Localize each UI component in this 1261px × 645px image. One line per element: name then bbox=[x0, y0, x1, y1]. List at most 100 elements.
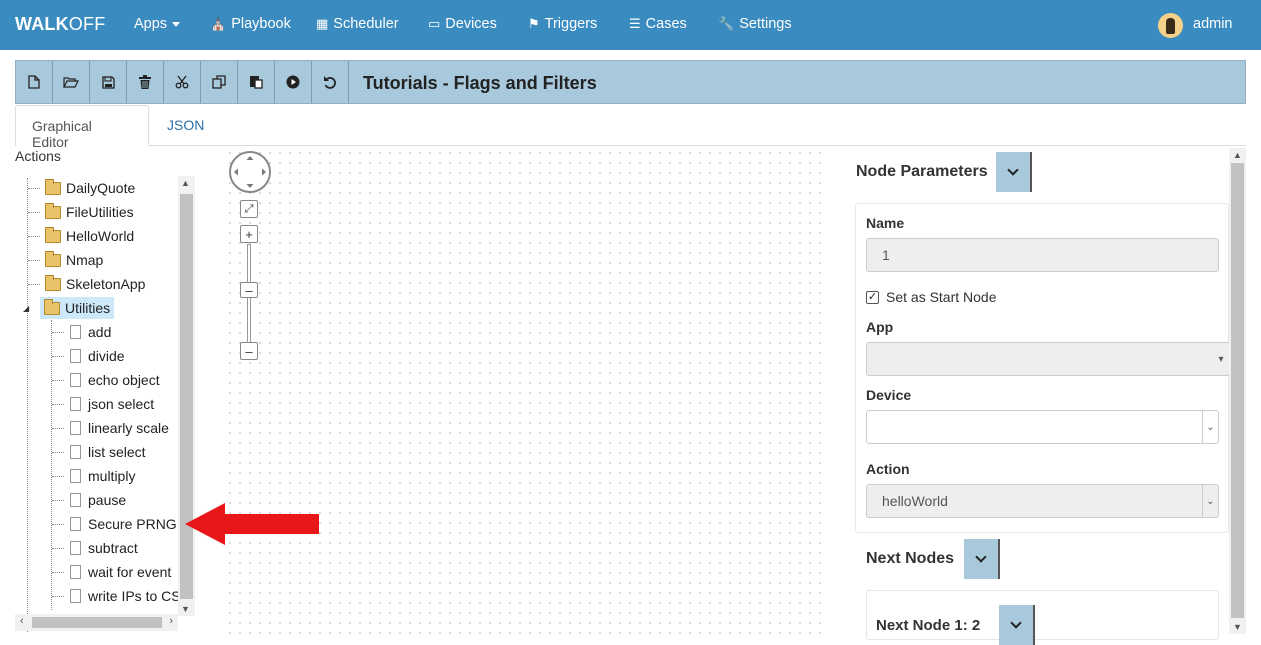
open-playbook-button[interactable] bbox=[53, 61, 90, 103]
tree-action-multiply[interactable]: multiply bbox=[70, 465, 135, 487]
scroll-up-icon[interactable]: ▲ bbox=[181, 178, 190, 188]
tree-app-helloworld[interactable]: HelloWorld bbox=[45, 225, 134, 247]
folder-icon bbox=[45, 274, 61, 291]
actions-horizontal-scrollbar[interactable]: ‹ › bbox=[15, 614, 178, 631]
file-icon bbox=[70, 421, 81, 435]
flag-icon: ⚑ bbox=[528, 16, 540, 31]
fit-to-screen-button[interactable]: ⤢ bbox=[240, 200, 258, 218]
scroll-down-icon[interactable]: ▼ bbox=[1233, 622, 1242, 632]
file-icon bbox=[70, 517, 81, 531]
tree-connector bbox=[52, 428, 64, 429]
device-select[interactable]: ⌄ bbox=[866, 410, 1219, 444]
playbook-toolbar: Tutorials - Flags and Filters bbox=[15, 60, 1246, 104]
delete-button[interactable] bbox=[127, 61, 164, 103]
start-node-label: Set as Start Node bbox=[886, 289, 997, 305]
nav-cases[interactable]: ☰ Cases bbox=[629, 16, 687, 32]
nav-devices[interactable]: ▭ Devices bbox=[428, 16, 497, 32]
tree-app-nmap[interactable]: Nmap bbox=[45, 249, 103, 271]
tab-json[interactable]: JSON bbox=[151, 105, 220, 146]
scroll-right-icon[interactable]: › bbox=[169, 615, 173, 627]
tree-action-echo-object[interactable]: echo object bbox=[70, 369, 160, 391]
cut-button[interactable] bbox=[164, 61, 201, 103]
nav-settings[interactable]: 🔧 Settings bbox=[718, 16, 792, 32]
scroll-up-icon[interactable]: ▲ bbox=[1233, 150, 1242, 160]
tree-action-list-select[interactable]: list select bbox=[70, 441, 146, 463]
tree-app-utilities[interactable]: Utilities bbox=[40, 297, 115, 319]
tree-app-skeletonapp[interactable]: SkeletonApp bbox=[45, 273, 145, 295]
save-icon bbox=[101, 75, 115, 89]
collapse-node-parameters-button[interactable] bbox=[996, 152, 1032, 192]
scroll-left-icon[interactable]: ‹ bbox=[20, 615, 24, 627]
folder-icon bbox=[45, 250, 61, 267]
chevron-down-icon bbox=[1010, 616, 1022, 629]
tree-app-fileutilities[interactable]: FileUtilities bbox=[45, 201, 134, 223]
pan-control[interactable] bbox=[229, 151, 271, 193]
play-icon bbox=[286, 75, 300, 89]
chevron-down-icon bbox=[1007, 163, 1019, 176]
file-icon bbox=[70, 493, 81, 507]
tree-connector bbox=[52, 548, 64, 549]
dropdown-arrow-icon: ▾ bbox=[1218, 353, 1224, 365]
folder-icon bbox=[45, 226, 61, 243]
tree-connector bbox=[52, 404, 64, 405]
playbook-title: Tutorials - Flags and Filters bbox=[363, 73, 597, 93]
nav-apps[interactable]: Apps bbox=[134, 16, 181, 32]
tree-action-add[interactable]: add bbox=[70, 321, 111, 343]
chevron-down-icon bbox=[975, 550, 987, 563]
user-menu[interactable]: admin bbox=[1193, 16, 1233, 32]
start-node-checkbox[interactable]: ✓ bbox=[866, 291, 879, 304]
scrollbar-thumb[interactable] bbox=[1231, 163, 1244, 618]
app-select[interactable]: ▾ bbox=[866, 342, 1230, 376]
tree-connector bbox=[28, 260, 40, 261]
right-panel-scrollbar[interactable]: ▲ ▼ bbox=[1229, 148, 1246, 634]
file-icon bbox=[70, 541, 81, 555]
copy-icon bbox=[211, 75, 226, 89]
undo-icon bbox=[324, 76, 336, 89]
tree-app-dailyquote[interactable]: DailyQuote bbox=[45, 177, 135, 199]
expand-toggle-icon[interactable]: ◢ bbox=[23, 297, 29, 319]
zoom-in-button[interactable]: + bbox=[240, 225, 258, 243]
paste-button[interactable] bbox=[238, 61, 275, 103]
app-label: App bbox=[866, 319, 894, 335]
next-nodes-heading: Next Nodes bbox=[866, 550, 955, 567]
actions-vertical-scrollbar[interactable]: ▲ ▼ bbox=[178, 176, 195, 616]
copy-button[interactable] bbox=[201, 61, 238, 103]
new-playbook-button[interactable] bbox=[16, 61, 53, 103]
tree-guide-line bbox=[27, 178, 28, 632]
nav-playbook[interactable]: ⛪ Playbook bbox=[210, 16, 291, 32]
file-icon bbox=[70, 445, 81, 459]
plus-icon: + bbox=[245, 226, 253, 242]
tree-connector bbox=[28, 212, 40, 213]
scrollbar-thumb[interactable] bbox=[32, 617, 162, 628]
tree-action-secure-prng[interactable]: Secure PRNG bbox=[70, 513, 177, 535]
scroll-down-icon[interactable]: ▼ bbox=[181, 604, 190, 614]
collapse-next-nodes-button[interactable] bbox=[964, 539, 1000, 579]
zoom-slider-handle[interactable]: – bbox=[240, 282, 258, 298]
nav-triggers[interactable]: ⚑ Triggers bbox=[528, 16, 597, 32]
user-avatar[interactable] bbox=[1158, 13, 1183, 38]
name-field[interactable]: 1 bbox=[866, 238, 1219, 272]
tree-action-json-select[interactable]: json select bbox=[70, 393, 154, 415]
collapse-next-node-1-button[interactable] bbox=[999, 605, 1035, 645]
tree-action-linearly-scale[interactable]: linearly scale bbox=[70, 417, 169, 439]
brand-logo[interactable]: WALKOFF bbox=[15, 14, 105, 35]
tree-connector bbox=[52, 452, 64, 453]
tab-graphical-editor[interactable]: Graphical Editor bbox=[15, 105, 149, 150]
folder-icon bbox=[44, 298, 60, 315]
workflow-canvas[interactable] bbox=[225, 148, 825, 634]
nav-scheduler[interactable]: ▦ Scheduler bbox=[316, 16, 399, 32]
zoom-out-button[interactable]: – bbox=[240, 342, 258, 360]
tree-connector bbox=[52, 500, 64, 501]
undo-button[interactable] bbox=[312, 61, 349, 103]
action-select[interactable]: helloWorld ⌄ bbox=[866, 484, 1219, 518]
chevron-down-icon: ⌄ bbox=[1202, 411, 1218, 443]
tree-action-subtract[interactable]: subtract bbox=[70, 537, 138, 559]
tree-action-write-ips[interactable]: write IPs to CS bbox=[70, 585, 181, 607]
save-playbook-button[interactable] bbox=[90, 61, 127, 103]
file-icon bbox=[70, 325, 81, 339]
execute-button[interactable] bbox=[275, 61, 312, 103]
tree-action-divide[interactable]: divide bbox=[70, 345, 125, 367]
tree-action-wait-for-event[interactable]: wait for event bbox=[70, 561, 171, 583]
tree-action-pause[interactable]: pause bbox=[70, 489, 126, 511]
tree-guide-line bbox=[51, 320, 52, 610]
